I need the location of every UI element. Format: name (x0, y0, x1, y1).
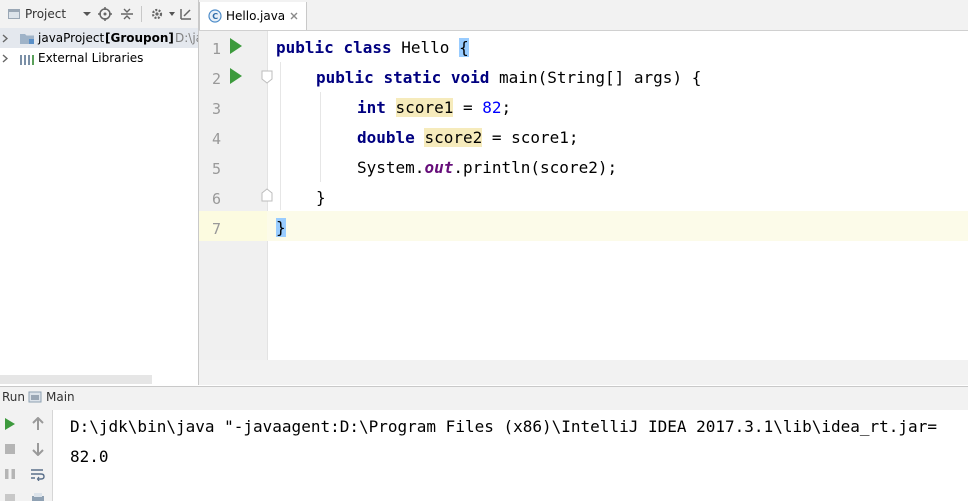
code-line-6: } (316, 183, 326, 213)
gear-icon[interactable] (149, 6, 165, 22)
tab-label: Hello.java (226, 9, 286, 23)
keyword: static (383, 68, 442, 87)
line-number: 3 (211, 100, 221, 118)
tab-hello-java[interactable]: C Hello.java (199, 2, 307, 30)
code-rest: = score1; (482, 128, 579, 147)
closing-brace: } (316, 188, 326, 207)
rerun-icon[interactable] (0, 413, 20, 435)
line-number: 7 (211, 220, 221, 238)
code-line-4: double score2 = score1; (357, 123, 579, 153)
operator: = (453, 98, 483, 117)
keyword: public (316, 68, 374, 87)
run-panel-header (0, 386, 968, 411)
project-horizontal-scrollbar[interactable] (0, 375, 152, 384)
project-module-tag: [Groupon] (105, 31, 174, 45)
code-line-5: System.out.println(score2); (357, 153, 617, 183)
console-output-line: 82.0 (70, 447, 109, 466)
line-number: 1 (211, 40, 221, 58)
static-field: out (424, 158, 454, 177)
variable-highlight: score2 (424, 128, 483, 147)
java-class-icon: C (208, 9, 222, 23)
pause-icon[interactable] (0, 463, 20, 485)
hide-panel-icon[interactable] (178, 6, 194, 22)
library-icon (19, 52, 35, 65)
scroll-from-source-icon[interactable] (97, 6, 113, 22)
run-config-icon (28, 390, 42, 404)
stop-icon[interactable] (0, 438, 20, 460)
run-class-icon[interactable] (228, 37, 244, 55)
print-icon[interactable] (28, 488, 48, 501)
dump-threads-icon[interactable] (0, 488, 20, 501)
line-number: 5 (211, 160, 221, 178)
svg-text:C: C (212, 12, 218, 21)
code-rest: .println(score2); (453, 158, 618, 177)
run-main-icon[interactable] (228, 67, 244, 85)
tree-item-external-libraries[interactable]: External Libraries (0, 48, 198, 68)
run-label: Run (2, 390, 26, 404)
editor-tab-bar (199, 0, 968, 31)
project-view-label[interactable]: Project (25, 7, 66, 21)
project-name: javaProject (38, 31, 105, 45)
matched-brace: { (459, 38, 469, 57)
keyword: int (357, 98, 386, 117)
code-line-3: int score1 = 82; (357, 93, 511, 123)
line-number: 4 (211, 130, 221, 148)
header-divider (141, 6, 142, 22)
chevron-right-icon[interactable] (0, 28, 10, 48)
view-dropdown-icon[interactable] (79, 6, 95, 22)
fold-marker-icon[interactable] (261, 188, 273, 202)
number-literal: 82 (482, 98, 502, 117)
code-object: System. (357, 158, 425, 177)
keyword: public (276, 38, 334, 57)
close-icon[interactable] (289, 10, 299, 20)
console-command-line: D:\jdk\bin\java "-javaagent:D:\Program F… (70, 417, 937, 436)
tree-item-javaproject[interactable]: javaProject [Groupon] D:\ja (0, 28, 198, 48)
code-line-1: public class Hello { (276, 33, 469, 63)
line-number: 2 (211, 70, 221, 88)
code-line-7: } (276, 213, 286, 243)
current-line-highlight (199, 211, 968, 241)
matched-brace: } (276, 218, 286, 237)
collapse-all-icon[interactable] (119, 6, 135, 22)
fold-marker-icon[interactable] (261, 70, 273, 84)
module-folder-icon (19, 31, 34, 45)
indent-guide (320, 92, 321, 182)
line-number: 6 (211, 190, 221, 208)
variable-highlight: score1 (395, 98, 454, 117)
class-name: Hello (401, 38, 450, 57)
run-config-tab[interactable]: Main (46, 390, 75, 404)
keyword: class (343, 38, 392, 57)
soft-wrap-icon[interactable] (28, 463, 48, 485)
down-arrow-icon[interactable] (28, 438, 48, 460)
project-path: D:\ja (175, 31, 198, 45)
method-signature: main(String[] args) { (499, 68, 702, 87)
code-line-2: public static void main(String[] args) { (316, 63, 701, 93)
external-libraries-label: External Libraries (38, 51, 144, 65)
keyword: double (357, 128, 415, 147)
keyword: void (450, 68, 490, 87)
editor-bottom-area (199, 360, 968, 385)
chevron-right-icon[interactable] (0, 48, 10, 68)
project-view-icon[interactable] (6, 6, 22, 22)
indent-guide (280, 62, 281, 210)
semicolon: ; (501, 98, 512, 117)
up-arrow-icon[interactable] (28, 413, 48, 435)
